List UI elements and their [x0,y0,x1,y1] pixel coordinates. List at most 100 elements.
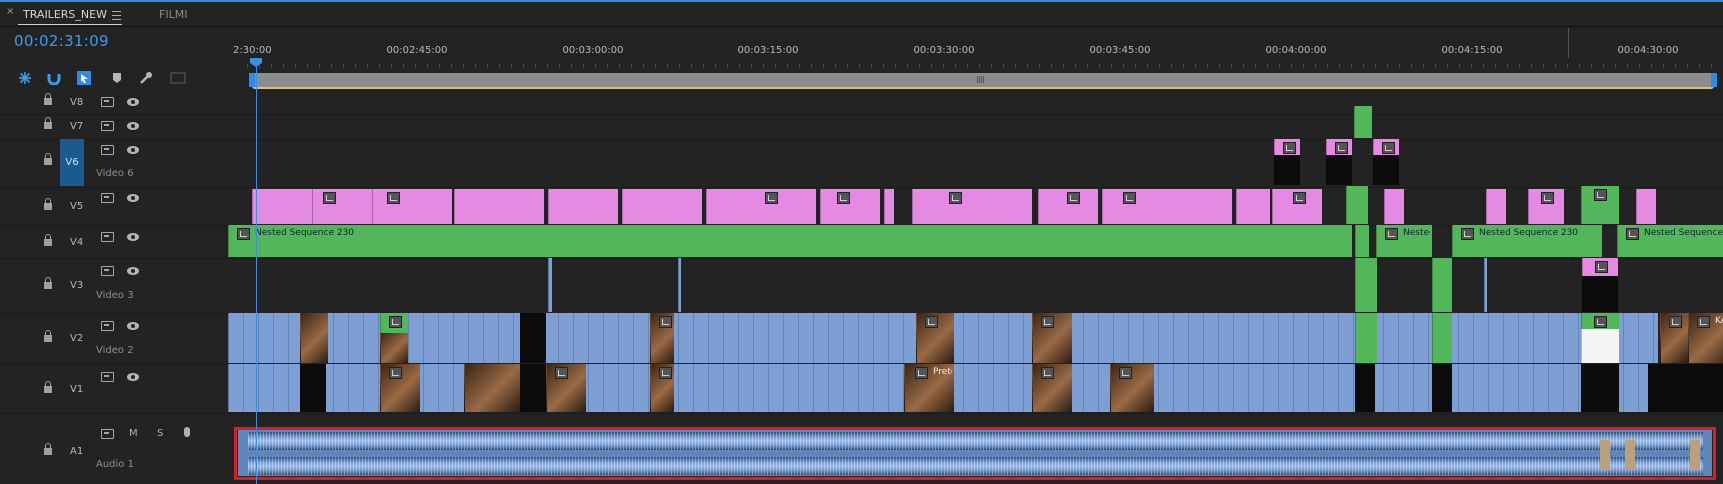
mute-button[interactable]: M [129,428,138,439]
track-target-a1[interactable]: A1 [70,446,94,457]
lock-icon[interactable] [44,330,52,342]
clip[interactable] [1432,364,1452,412]
clip[interactable] [372,189,452,224]
clip[interactable] [1528,189,1564,224]
lock-icon[interactable] [44,117,52,129]
clip[interactable] [1581,186,1619,224]
sync-lock-icon[interactable] [101,429,114,439]
thumbnail-clip[interactable]: Prete- [904,364,954,412]
clip[interactable] [1384,189,1404,224]
clip[interactable] [312,189,372,224]
nested-sequence-clip[interactable]: Nested Sequence 230 [1617,225,1723,257]
clip[interactable] [1636,189,1656,224]
eye-icon[interactable] [127,122,139,130]
lock-icon[interactable] [44,277,52,289]
clip[interactable] [520,313,546,363]
sync-lock-icon[interactable] [101,372,114,382]
snap-icon[interactable] [17,70,33,86]
captions-icon[interactable] [170,70,186,86]
sync-lock-icon[interactable] [101,321,114,331]
tab-filmi[interactable]: FILMI [159,2,187,26]
clip[interactable] [1582,258,1618,276]
sync-lock-icon[interactable] [101,97,114,107]
clip[interactable] [548,258,552,312]
thumbnail-clip[interactable] [1110,364,1154,412]
thumbnail-clip[interactable] [464,364,520,412]
thumbnail-clip[interactable] [1032,364,1072,412]
track-target-v8[interactable]: V8 [70,97,94,108]
clip[interactable] [1274,139,1300,155]
clip[interactable] [1102,189,1232,224]
clip[interactable] [884,189,894,224]
track-target-v5[interactable]: V5 [70,201,94,212]
clip[interactable] [1236,189,1270,224]
thumbnail-clip[interactable] [650,364,674,412]
lock-icon[interactable] [44,198,52,210]
clip[interactable] [1274,155,1300,185]
clip[interactable] [1373,139,1399,155]
track-target-v2[interactable]: V2 [70,333,94,344]
sync-lock-icon[interactable] [101,145,114,155]
clip[interactable] [520,364,546,412]
thumbnail-clip[interactable] [546,364,586,412]
clip[interactable] [454,189,544,224]
eye-icon[interactable] [127,194,139,202]
clip[interactable] [1432,258,1452,312]
eye-icon[interactable] [127,322,139,330]
selection-icon[interactable] [76,70,92,86]
solo-button[interactable]: S [157,428,163,439]
clip[interactable] [1484,258,1487,312]
sync-lock-icon[interactable] [101,232,114,242]
thumbnail-clip[interactable] [380,364,420,412]
clip[interactable] [1355,225,1369,257]
eye-icon[interactable] [127,233,139,241]
thumbnail-clip[interactable] [300,313,328,363]
clip[interactable] [1355,313,1377,363]
clip[interactable] [1581,329,1619,363]
clip[interactable] [300,364,326,412]
eye-icon[interactable] [127,373,139,381]
scrollbar-grip[interactable] [977,76,984,83]
clip[interactable] [1581,313,1619,329]
track-target-v1[interactable]: V1 [70,384,94,395]
eye-icon[interactable] [127,98,139,106]
lock-icon[interactable] [44,153,52,165]
thumbnail-clip[interactable] [380,333,408,363]
clip[interactable] [706,189,816,224]
track-target-v4[interactable]: V4 [70,237,94,248]
close-tab-icon[interactable]: × [6,6,14,17]
clip[interactable] [678,258,681,312]
clip[interactable] [1432,313,1452,363]
clip[interactable] [1486,189,1506,224]
thumbnail-clip[interactable] [916,313,954,363]
scrollbar-right-handle[interactable] [1711,73,1717,87]
nested-sequence-clip[interactable]: Nested Sequence 230 [228,225,1352,257]
marker-icon[interactable] [109,70,125,86]
clip[interactable] [1326,139,1352,155]
nested-sequence-clip[interactable]: Nested [1376,225,1432,257]
sync-lock-icon[interactable] [101,193,114,203]
clip[interactable] [622,189,702,224]
clip[interactable] [1326,155,1352,185]
track-target-v6[interactable]: V6 [60,139,84,186]
scrollbar-left-handle[interactable] [249,73,255,87]
clip[interactable] [1346,186,1368,224]
clip[interactable] [548,189,618,224]
clip[interactable] [1648,364,1723,412]
clip[interactable] [912,189,1032,224]
lock-icon[interactable] [44,93,52,105]
clip[interactable] [820,189,880,224]
time-ruler[interactable]: 2:30:00 00:02:45:00 00:03:00:00 00:03:15… [232,40,1723,62]
clip[interactable] [252,189,312,224]
track-target-v7[interactable]: V7 [70,121,94,132]
eye-icon[interactable] [127,146,139,154]
clip[interactable] [1038,189,1098,224]
sync-lock-icon[interactable] [101,266,114,276]
lock-icon[interactable] [44,443,52,455]
clip[interactable] [1355,364,1375,412]
eye-icon[interactable] [127,267,139,275]
clip[interactable] [1581,364,1619,412]
clip[interactable] [1272,189,1322,224]
thumbnail-clip[interactable] [1032,313,1072,363]
nested-sequence-clip[interactable]: Nested Sequence 230 [1452,225,1602,257]
